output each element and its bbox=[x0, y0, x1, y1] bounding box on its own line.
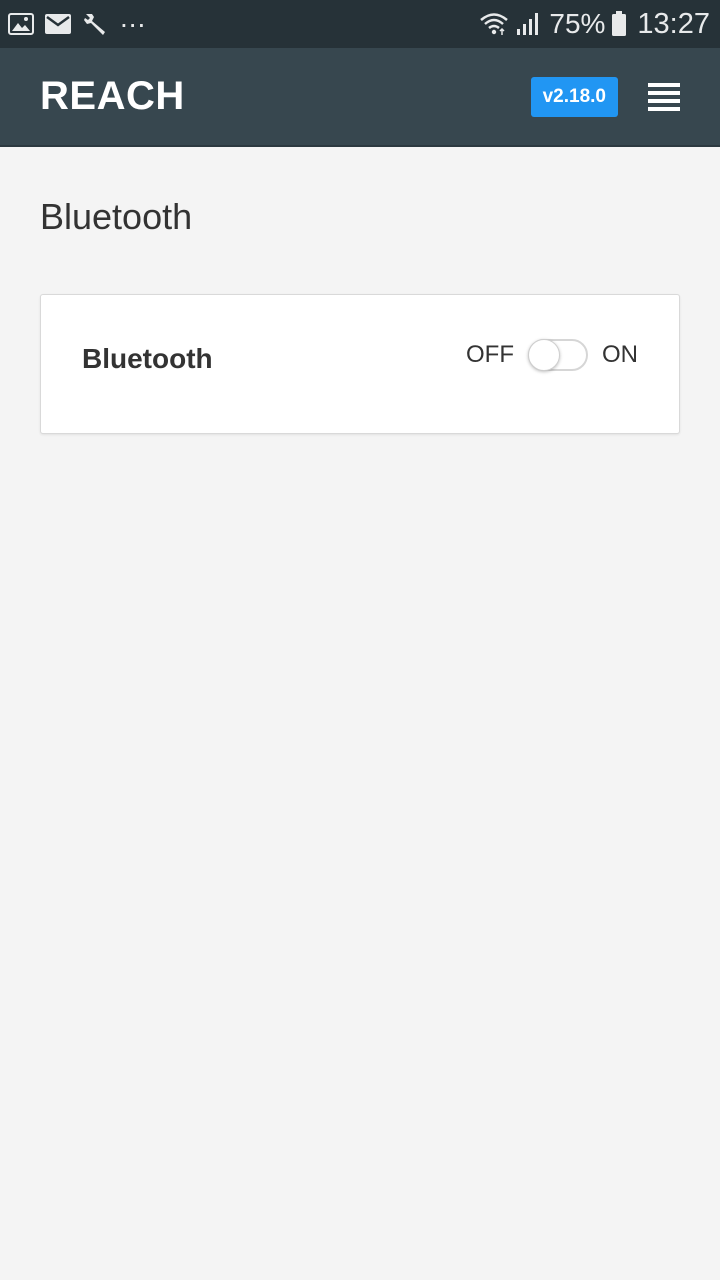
menu-line bbox=[648, 82, 680, 87]
bluetooth-card: Bluetooth OFF ON bbox=[40, 294, 680, 434]
status-bar: ... 75% 13:27 bbox=[0, 0, 720, 48]
bluetooth-toggle[interactable] bbox=[528, 339, 588, 371]
mail-icon bbox=[44, 13, 72, 35]
battery-icon bbox=[611, 11, 627, 37]
menu-line bbox=[648, 106, 680, 111]
gallery-icon bbox=[8, 13, 34, 35]
version-badge: v2.18.0 bbox=[530, 76, 618, 117]
wrench-icon bbox=[82, 11, 108, 37]
brand-logo[interactable]: REACH bbox=[40, 74, 531, 119]
bluetooth-toggle-group: OFF ON bbox=[466, 339, 638, 371]
page-title: Bluetooth bbox=[40, 196, 193, 237]
wifi-icon bbox=[479, 11, 509, 37]
bluetooth-label: Bluetooth bbox=[82, 343, 213, 374]
toggle-on-label: ON bbox=[602, 341, 638, 368]
more-notifications: ... bbox=[120, 2, 147, 33]
notification-icons: ... bbox=[8, 2, 146, 37]
toggle-off-label: OFF bbox=[466, 341, 514, 368]
app-header: REACH v2.18.0 bbox=[0, 48, 720, 147]
menu-line bbox=[648, 98, 680, 103]
signal-icon bbox=[515, 12, 541, 36]
menu-line bbox=[648, 90, 680, 95]
system-icons: 75% 13:27 bbox=[473, 8, 710, 41]
clock: 13:27 bbox=[637, 7, 710, 40]
battery-percent: 75% bbox=[549, 8, 606, 39]
toggle-knob bbox=[528, 339, 560, 371]
hamburger-icon[interactable] bbox=[648, 82, 680, 111]
